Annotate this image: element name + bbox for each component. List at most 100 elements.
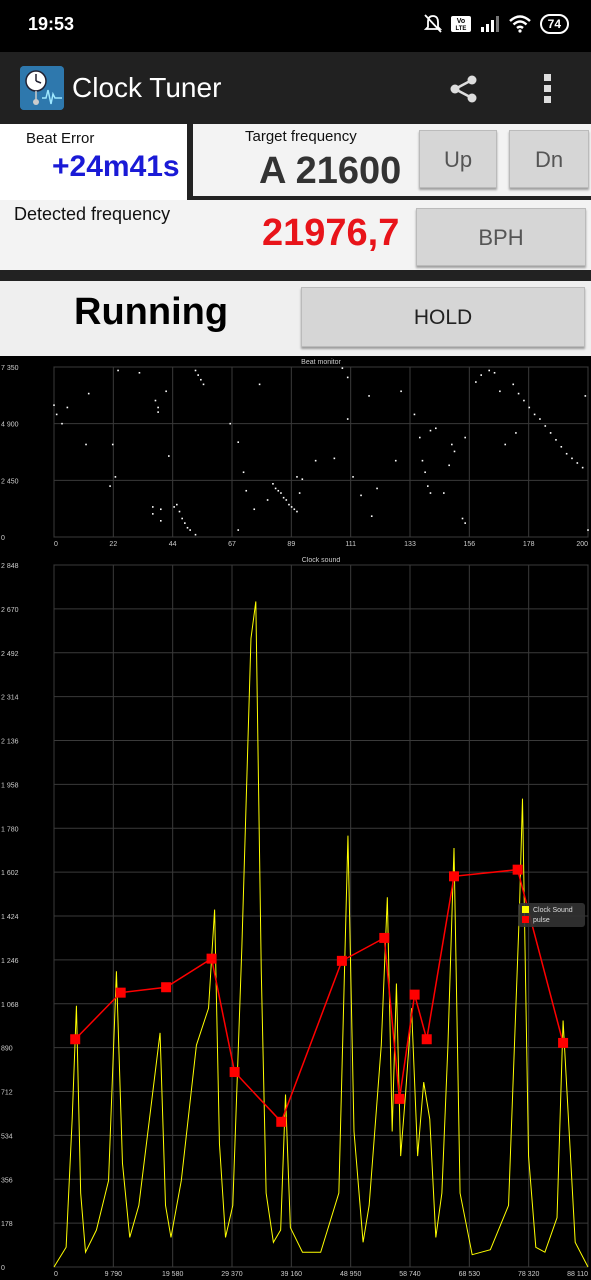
clock-sound-y-tick-label: 890 [1,1046,13,1053]
beat-monitor-x-tick-label: 111 [345,541,356,548]
beat-point [429,492,432,494]
beat-point [504,443,507,446]
beat-point [475,381,477,383]
clock-sound-y-tick-label: 1 780 [1,826,19,833]
beat-point [285,499,288,501]
beat-monitor-x-tick-label: 178 [523,541,535,548]
beat-point [549,432,552,434]
overflow-menu-icon[interactable] [540,72,556,111]
bph-button[interactable]: BPH [416,208,586,266]
clock-sound-y-tick-label: 2 314 [1,695,19,702]
pulse-point [449,871,459,882]
pulse-point [394,1093,405,1104]
detected-frequency-value: 21976,7 [262,212,400,254]
beat-point [154,399,157,402]
beat-point [499,390,501,393]
svg-text:Vo: Vo [456,18,464,25]
beat-point [523,399,525,402]
clock-sound-y-tick-label: 356 [1,1177,13,1184]
target-frequency-value: A 21600 [259,150,402,192]
beat-point [488,369,491,372]
clock-sound-chart: Clock sound 0 9 790 19 580 29 370 39 160 48 95… [1,557,589,1278]
beat-point [151,506,154,508]
beat-point [200,378,202,381]
beat-point [87,392,90,395]
pulse-point [206,953,217,964]
beat-point [427,485,429,487]
beat-point [565,452,568,455]
beat-monitor-title: Beat monitor [301,359,341,366]
beat-point [111,443,114,446]
beat-monitor-x-tick-label: 200 [576,541,588,548]
pulse-point [379,932,390,943]
pulse-point [115,987,126,998]
beat-point [53,404,55,406]
beat-point [138,371,141,374]
legend-swatch [522,906,529,913]
beat-point [370,515,373,517]
beat-error-label: Beat Error [26,130,95,147]
share-icon[interactable] [448,74,480,109]
beat-monitor-x-tick-label: 89 [287,541,295,548]
hold-button[interactable]: HOLD [301,287,585,347]
clock-sound-x-tick-label: 19 580 [162,1271,184,1278]
beat-point [451,443,453,446]
beat-point [352,476,354,478]
clock-sound-x-tick-label: 88 110 [567,1271,588,1278]
beat-point [394,459,397,462]
beat-monitor-x-tick-label: 22 [109,541,117,548]
beat-point [515,432,517,434]
beat-point [194,369,197,372]
beat-point [282,496,285,499]
beat-point [176,503,178,506]
status-time: 19:53 [28,14,75,34]
clock-sound-y-tick-label: 1 068 [1,1002,19,1009]
beat-point [266,499,269,501]
beat-point [424,471,426,474]
clock-sound-x-tick-label: 0 [54,1271,58,1278]
target-frequency-panel: Target frequency A 21600 Up Dn [190,124,591,199]
beat-point [298,492,301,494]
clock-sound-y-tick-label: 1 602 [1,870,19,877]
beat-point [493,371,496,374]
beat-point [181,517,183,520]
detected-frequency-label: Detected frequency [14,204,171,224]
beat-point [186,526,189,529]
status-bar: 19:53 Vo LTE 74 [0,0,591,52]
clock-sound-y-tick-label: 0 [1,1265,5,1272]
beat-point [290,506,293,508]
beat-monitor-y-tick-label: 7 350 [1,365,19,372]
controls-area: Beat Error +24m41s Target frequency A 21… [0,124,591,356]
wifi-icon [508,15,531,33]
clock-sound-x-tick-label: 9 790 [105,1271,123,1278]
beat-point [539,418,541,420]
clock-sound-y-tick-label: 178 [1,1221,13,1228]
beat-point [66,406,69,409]
beat-monitor-x-tick-label: 156 [463,541,475,548]
beat-error-value: +24m41s [52,150,180,183]
beat-point [544,425,547,427]
clock-sound-y-tick-label: 2 670 [1,607,19,614]
beat-point [341,367,344,369]
beat-point [418,436,421,439]
beat-point [165,390,167,393]
beat-monitor-y-tick-label: 0 [1,535,5,542]
down-button[interactable]: Dn [509,130,589,188]
clock-sound-x-tick-label: 39 160 [281,1271,303,1278]
clock-sound-x-tick-label: 58 740 [399,1271,421,1278]
beat-point [461,517,464,520]
beat-point [55,413,58,416]
beat-point [277,489,280,492]
beat-point [346,418,349,420]
beat-point [480,374,482,376]
svg-text:LTE: LTE [455,26,466,32]
clock-sound-y-tick-label: 712 [1,1090,13,1097]
beat-point [533,413,536,416]
up-button[interactable]: Up [419,130,497,188]
beat-monitor-chart: Beat monitor 0 22 44 67 89 111 133 156 178 200 7 35… [1,359,589,548]
clock-sound-title: Clock sound [302,557,341,564]
beat-point [555,439,557,441]
beat-point [346,376,349,379]
beat-point [421,459,424,462]
beat-point [293,508,296,511]
